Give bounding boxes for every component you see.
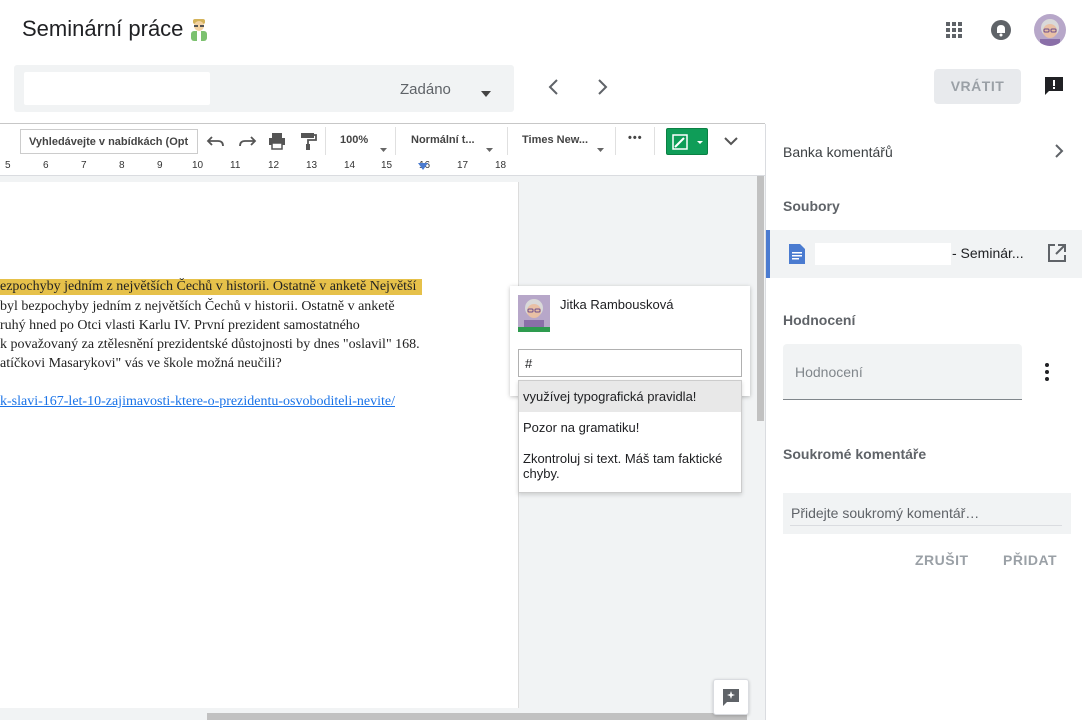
cancel-button[interactable]: ZRUŠIT [915,552,969,568]
open-in-new-icon[interactable] [1046,242,1068,264]
page-title: Seminární práce [22,16,184,41]
toolbar-divider [507,127,508,155]
paragraph-style-select[interactable]: Normální t... [411,134,475,146]
document-line[interactable]: atíčkovi Masarykovi" vás ve škole možná … [0,356,282,372]
add-comment-button[interactable]: PŘIDAT [1003,552,1057,568]
toolbar-divider [395,127,396,155]
comment-bank-link[interactable]: Banka komentářů [783,144,893,160]
ruler-tick: 9 [157,160,163,171]
chevron-down-icon[interactable] [722,131,740,151]
more-options-icon[interactable]: ••• [628,132,643,144]
feedback-icon[interactable] [1043,75,1065,97]
ruler-tick: 14 [344,160,356,171]
student-selector-bar: Zadáno [14,65,514,112]
grade-input[interactable]: Hodnocení [783,344,1022,400]
private-comment-input[interactable]: Přidejte soukromý komentář… [783,493,1071,534]
ruler-tick: 17 [457,160,469,171]
private-comments-heading: Soukromé komentáře [783,446,927,462]
comment-input[interactable]: # [518,349,742,377]
account-avatar[interactable] [1034,14,1066,46]
undo-icon[interactable] [206,131,226,151]
attached-file[interactable]: - Seminár... [766,230,1082,278]
more-vert-icon[interactable] [1037,360,1057,384]
ruler-tick: 7 [81,160,87,171]
status-filter-label[interactable]: Zadáno [400,81,451,98]
files-heading: Soubory [783,198,840,214]
previous-student-icon[interactable] [543,76,565,98]
next-student-icon[interactable] [591,76,613,98]
comment-author: Jitka Rambousková [560,297,674,312]
document-line-highlighted[interactable]: ezpochyby jedním z největších Čechů v hi… [0,279,423,295]
redo-icon[interactable] [237,131,257,151]
document-line[interactable]: ruhý hned po Otci vlasti Karlu IV. První… [0,318,360,334]
file-owner-redacted [815,243,951,265]
ruler-tick: 15 [381,160,393,171]
paint-format-icon[interactable] [298,131,318,151]
document-link[interactable]: k-slavi-167-let-10-zajimavosti-ktere-o-p… [0,394,395,410]
font-select[interactable]: Times New... [522,134,588,146]
commenter-avatar [518,295,550,332]
ruler-tick: 18 [495,160,507,171]
ruler-tick: 13 [306,160,318,171]
document-line[interactable]: byl bezpochyby jedním z největších Čechů… [0,299,395,315]
ruler-tick: 12 [268,160,280,171]
add-comment-icon[interactable] [713,679,749,715]
google-doc-icon [789,244,805,264]
ruler-tick: 11 [230,160,241,171]
student-avatar-icon [188,18,210,42]
document-page[interactable]: ezpochyby jedním z největších Čechů v hi… [0,182,519,708]
docs-toolbar: Vyhledávejte v nabídkách (Opt 100% Normá… [0,124,765,158]
indent-marker-icon[interactable] [418,163,428,171]
grade-heading: Hodnocení [783,312,856,328]
top-bar: Seminární práce [0,0,1082,62]
menu-search-input[interactable]: Vyhledávejte v nabídkách (Opt [20,129,198,154]
ruler[interactable]: 5 6 7 8 9 10 11 12 13 14 15 16 17 18 [0,158,765,176]
input-underline [790,525,1062,526]
suggestion-item[interactable]: Zkontroluj si text. Máš tam faktické chy… [519,451,741,481]
toolbar-divider [654,127,655,155]
chevron-right-icon[interactable] [1051,142,1067,160]
editing-mode-button[interactable] [666,128,708,155]
caret-down-icon[interactable] [380,139,387,152]
document-line[interactable]: k považovaný za ztělesnění prezidentské … [0,337,420,353]
print-icon[interactable] [267,131,287,151]
file-name: - Seminár... [952,245,1024,261]
notifications-icon[interactable] [990,19,1012,41]
suggestion-item[interactable]: Pozor na gramatiku! [519,420,741,435]
ruler-tick: 10 [192,160,204,171]
toolbar-divider [325,127,326,155]
grading-panel: Banka komentářů Soubory - Seminár... Hod… [765,124,1082,720]
return-button[interactable]: VRÁTIT [934,69,1021,104]
ruler-tick: 6 [43,160,49,171]
ruler-tick: 8 [119,160,125,171]
student-name-field[interactable] [24,72,210,105]
zoom-select[interactable]: 100% [340,134,368,146]
caret-down-icon[interactable] [486,139,493,152]
apps-grid-icon[interactable] [943,19,965,41]
comment-suggestions: využívej typografická pravidla! Pozor na… [518,380,742,493]
toolbar-divider [615,127,616,155]
suggestion-item[interactable]: využívej typografická pravidla! [519,381,741,412]
caret-down-icon[interactable] [597,139,604,152]
horizontal-scrollbar-thumb[interactable] [207,713,747,720]
vertical-scrollbar-thumb[interactable] [757,176,764,421]
ruler-tick: 5 [5,160,11,171]
caret-down-icon[interactable] [480,85,492,97]
